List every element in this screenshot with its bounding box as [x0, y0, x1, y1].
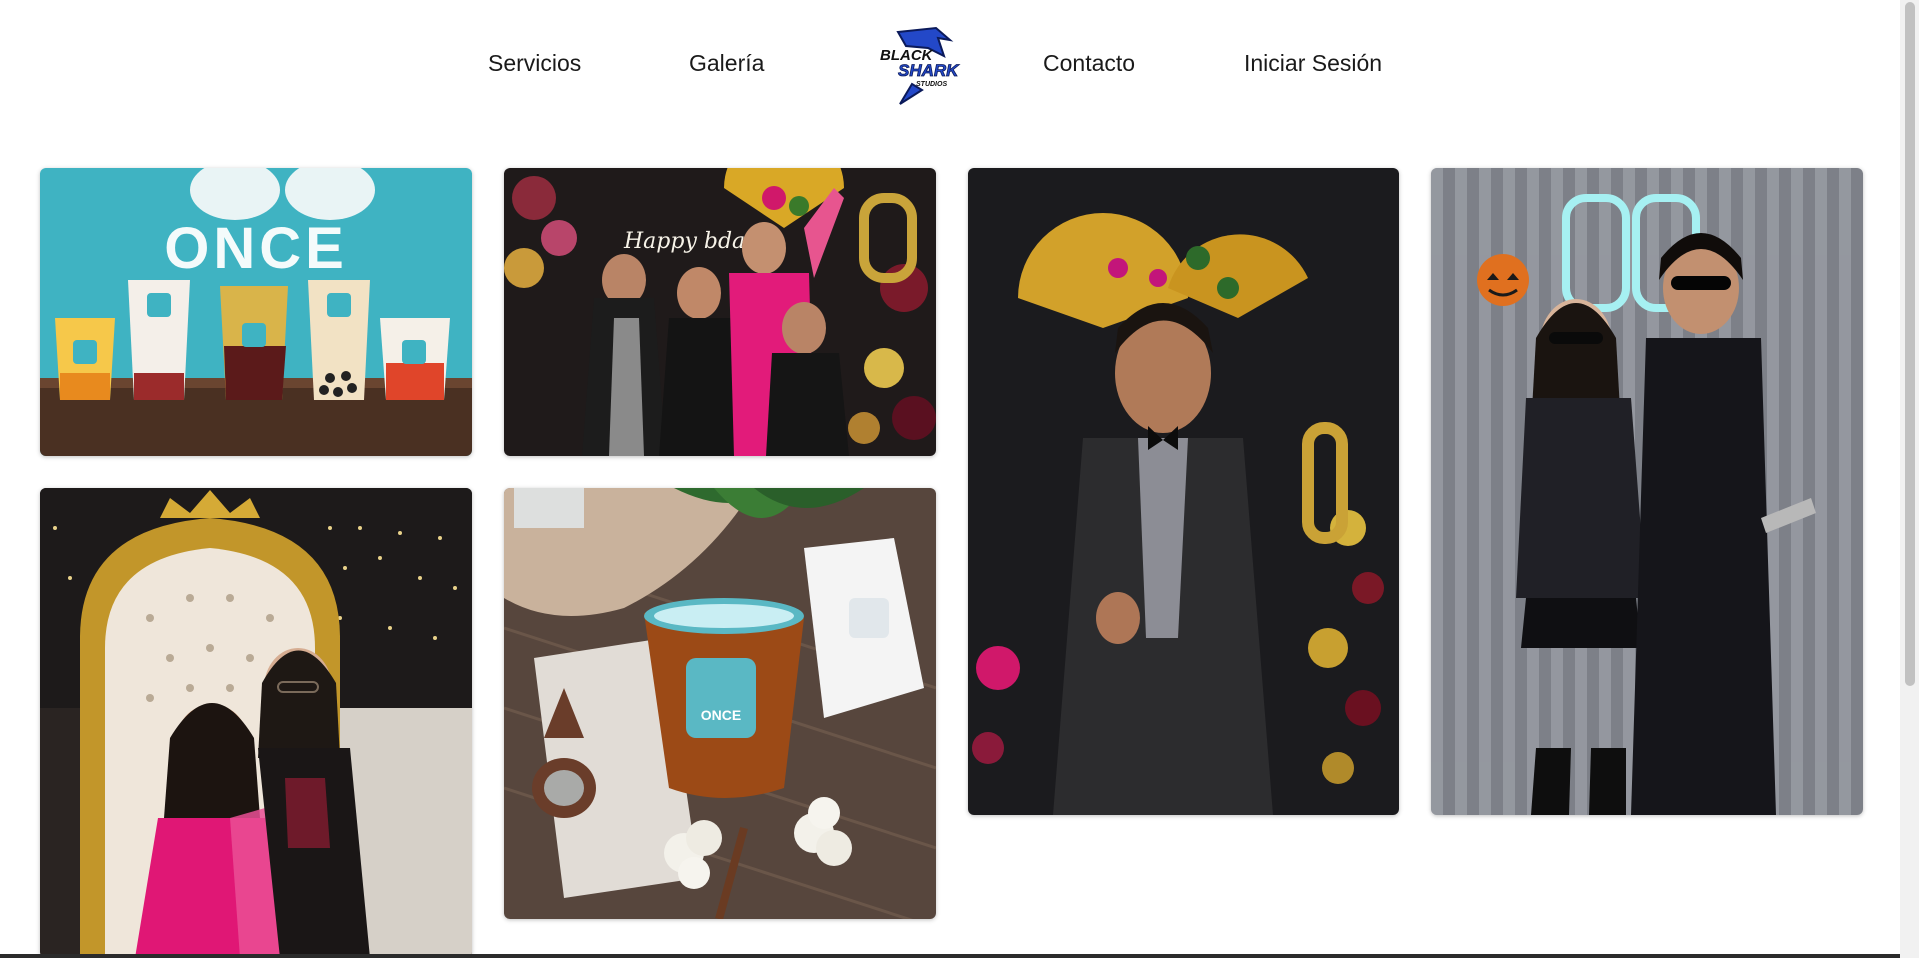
- scrollbar-thumb[interactable]: [1905, 2, 1915, 686]
- logo-text-studios: STUDIOS: [916, 81, 947, 88]
- man-in-suit-image: [968, 168, 1399, 815]
- logo-text-shark: SHARK: [898, 61, 960, 80]
- party-group-image: Happy bday: [504, 168, 936, 456]
- drinks-image: ONCE: [40, 168, 472, 456]
- nav-iniciar-sesion-link[interactable]: Iniciar Sesión: [1244, 50, 1382, 77]
- gallery-photo-drinks[interactable]: ONCE: [40, 168, 472, 456]
- bottom-edge: [0, 954, 1900, 958]
- page-scrollbar[interactable]: [1900, 0, 1919, 958]
- nav-servicios-link[interactable]: Servicios: [488, 50, 581, 77]
- gallery-photo-iced-tea[interactable]: ONCE: [504, 488, 936, 919]
- couple-halloween-image: [1431, 168, 1863, 815]
- nav-contacto-link[interactable]: Contacto: [1043, 50, 1135, 77]
- gallery-photo-throne[interactable]: [40, 488, 472, 958]
- throne-image: [40, 488, 472, 958]
- gallery-photo-man-in-suit[interactable]: [968, 168, 1399, 815]
- nav-galeria-link[interactable]: Galería: [689, 50, 764, 77]
- iced-tea-image: ONCE: [504, 488, 936, 919]
- gallery-photo-couple-halloween[interactable]: [1431, 168, 1863, 815]
- brand-logo[interactable]: BLACK SHARK STUDIOS: [878, 26, 962, 106]
- neon-happy-bday: Happy bday: [623, 229, 758, 254]
- cup-once-label: ONCE: [701, 707, 741, 723]
- top-nav: Servicios Galería BLACK SHARK STUDIOS Co…: [0, 0, 1900, 130]
- shark-logo-icon: BLACK SHARK STUDIOS: [880, 26, 961, 105]
- gallery-photo-party-group[interactable]: Happy bday: [504, 168, 936, 456]
- once-wall-text: ONCE: [164, 216, 348, 281]
